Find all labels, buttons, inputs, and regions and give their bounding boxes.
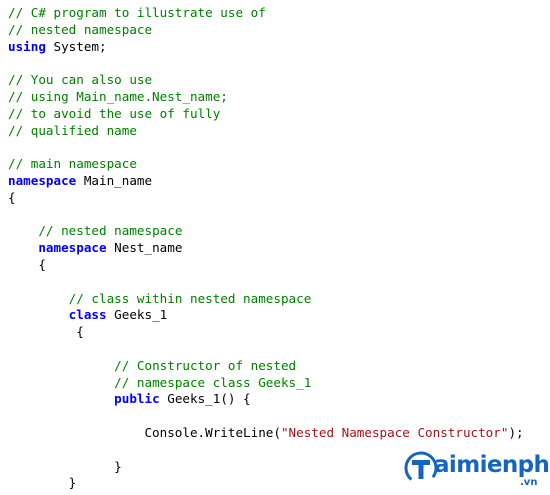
code-line: // main namespace — [8, 156, 524, 173]
code-line: { — [8, 324, 524, 341]
code-comment: // qualified name — [8, 122, 137, 138]
code-text: System; — [45, 38, 107, 54]
code-line: public Geeks_1() { — [8, 391, 524, 408]
code-comment: // namespace class Geeks_1 — [114, 374, 312, 390]
taimienphi-t-logo-icon — [404, 451, 438, 485]
code-comment: // to avoid the use of fully — [8, 105, 221, 121]
code-text: Nest_name — [106, 240, 183, 256]
code-line: Console.WriteLine("Nested Namespace Cons… — [8, 424, 524, 442]
code-line: // using Main_name.Nest_name; — [8, 89, 524, 106]
code-text: { — [8, 256, 46, 272]
code-line: // Constructor of nested — [8, 358, 524, 375]
code-text: } — [8, 475, 77, 491]
code-line: // qualified name — [8, 123, 524, 140]
code-comment: // You can also use — [8, 72, 153, 88]
code-line: class Geeks_1 — [8, 307, 524, 324]
code-text: Main_name — [76, 172, 153, 188]
code-line: // You can also use — [8, 72, 524, 89]
code-keyword: using — [8, 38, 46, 54]
code-keyword: class — [68, 307, 107, 323]
code-line: // class within nested namespace — [8, 291, 524, 308]
code-keyword: namespace — [8, 172, 77, 188]
code-line: { — [8, 190, 524, 207]
code-line: // namespace class Geeks_1 — [8, 375, 524, 392]
code-line: namespace Main_name — [8, 173, 524, 190]
code-text: { — [8, 324, 84, 340]
code-comment: // class within nested namespace — [68, 290, 312, 306]
code-text: Geeks_1() { — [159, 391, 251, 407]
code-comment: // main namespace — [8, 156, 137, 172]
code-text: Console.WriteLine( — [8, 424, 281, 440]
code-line: using System; — [8, 39, 524, 56]
code-comment: // Constructor of nested — [114, 357, 297, 373]
code-text: ); — [508, 424, 524, 440]
code-comment: // nested namespace — [38, 223, 183, 239]
watermark: aimienphi .vn — [404, 449, 550, 491]
code-viewer: // C# program to illustrate use of// nes… — [0, 0, 550, 495]
code-line: // nested namespace — [8, 223, 524, 240]
code-line: // C# program to illustrate use of — [8, 5, 524, 22]
watermark-suffix: .vn — [520, 477, 538, 488]
code-line: // to avoid the use of fully — [8, 106, 524, 123]
code-keyword: namespace — [38, 240, 107, 256]
code-text: { — [8, 189, 16, 205]
code-block: // C# program to illustrate use of// nes… — [8, 5, 524, 492]
code-comment: // nested namespace — [8, 21, 153, 37]
code-comment: // C# program to illustrate use of — [8, 5, 266, 20]
code-line: namespace Nest_name — [8, 240, 524, 257]
code-text: } — [8, 458, 122, 474]
code-text: Geeks_1 — [106, 307, 168, 323]
watermark-text: aimienphi — [434, 452, 550, 478]
code-line: // nested namespace — [8, 22, 524, 39]
code-keyword: public — [114, 391, 160, 407]
code-line: { — [8, 257, 524, 274]
code-string: "Nested Namespace Constructor" — [280, 424, 509, 440]
code-comment: // using Main_name.Nest_name; — [8, 88, 228, 104]
